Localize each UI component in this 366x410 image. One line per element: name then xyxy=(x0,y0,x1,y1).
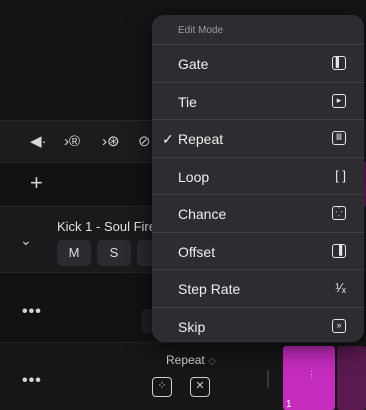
menu-item-label: Skip xyxy=(178,318,206,335)
randomize-icon[interactable]: ⁘ xyxy=(152,377,172,397)
menu-item-label: Step Rate xyxy=(178,281,241,297)
solo-button[interactable]: S xyxy=(97,240,131,266)
tie-icon: ▸ xyxy=(332,93,346,108)
checkmark-icon: ✓ xyxy=(162,131,174,147)
chevron-down-icon[interactable]: ⌄ xyxy=(20,233,32,247)
more-options-icon-2[interactable]: ••• xyxy=(22,373,42,389)
menu-item-label: Tie xyxy=(178,93,197,110)
repeat-icon: Ⅲ xyxy=(332,131,346,145)
menu-item-chance[interactable]: Chance ⁛ xyxy=(152,194,364,232)
send-r-icon[interactable]: ›® xyxy=(64,131,80,153)
track-name: Kick 1 - Soul Fire xyxy=(57,219,156,234)
step-rate-icon: ¹⁄ₓ xyxy=(335,280,346,295)
send-fx-icon[interactable]: ›⊛ xyxy=(102,131,120,153)
more-options-icon[interactable]: ••• xyxy=(22,304,42,320)
partial-toolbar-icon[interactable]: ⊘ xyxy=(138,131,151,153)
loop-icon: [ ] xyxy=(335,167,346,183)
menu-item-label: Chance xyxy=(178,206,227,222)
resize-handle[interactable] xyxy=(267,370,269,388)
edit-mode-label: Repeat xyxy=(166,353,205,367)
chance-icon: ⁛ xyxy=(332,206,346,220)
menu-item-label: Offset xyxy=(178,243,216,260)
menu-item-loop[interactable]: Loop [ ] xyxy=(152,156,364,195)
add-track-button[interactable]: + xyxy=(30,172,43,194)
edit-mode-selector[interactable]: Repeat ◇ xyxy=(166,353,216,367)
gate-icon: ▌ xyxy=(332,56,346,70)
offset-icon: ▐ xyxy=(332,243,346,258)
pad-number: 1 xyxy=(286,399,292,410)
edit-mode-menu: Edit Mode Gate ▌ Tie ▸ ✓ Repeat Ⅲ Loop [ ] Chance… xyxy=(152,15,364,342)
step-pad-1[interactable]: ⋮ 1 xyxy=(283,346,335,410)
menu-item-gate[interactable]: Gate ▌ xyxy=(152,44,364,82)
menu-item-offset[interactable]: Offset ▐ xyxy=(152,231,364,270)
clear-icon[interactable]: ✕ xyxy=(190,377,210,397)
step-pad-2[interactable] xyxy=(337,346,366,410)
menu-item-skip[interactable]: Skip » xyxy=(152,306,364,345)
volume-icon[interactable]: ◀· xyxy=(30,131,47,153)
pad-dots: ⋮ xyxy=(307,369,316,379)
menu-item-repeat[interactable]: ✓ Repeat Ⅲ xyxy=(152,119,364,157)
menu-item-label: Repeat xyxy=(178,131,224,147)
menu-item-step-rate[interactable]: Step Rate ¹⁄ₓ xyxy=(152,269,364,307)
menu-item-label: Gate xyxy=(178,56,209,72)
menu-item-tie[interactable]: Tie ▸ xyxy=(152,81,364,120)
menu-header: Edit Mode xyxy=(178,25,224,36)
selector-icon: ◇ xyxy=(208,356,216,367)
menu-item-label: Loop xyxy=(178,168,210,185)
mute-button[interactable]: M xyxy=(57,240,91,266)
skip-icon: » xyxy=(332,318,346,333)
